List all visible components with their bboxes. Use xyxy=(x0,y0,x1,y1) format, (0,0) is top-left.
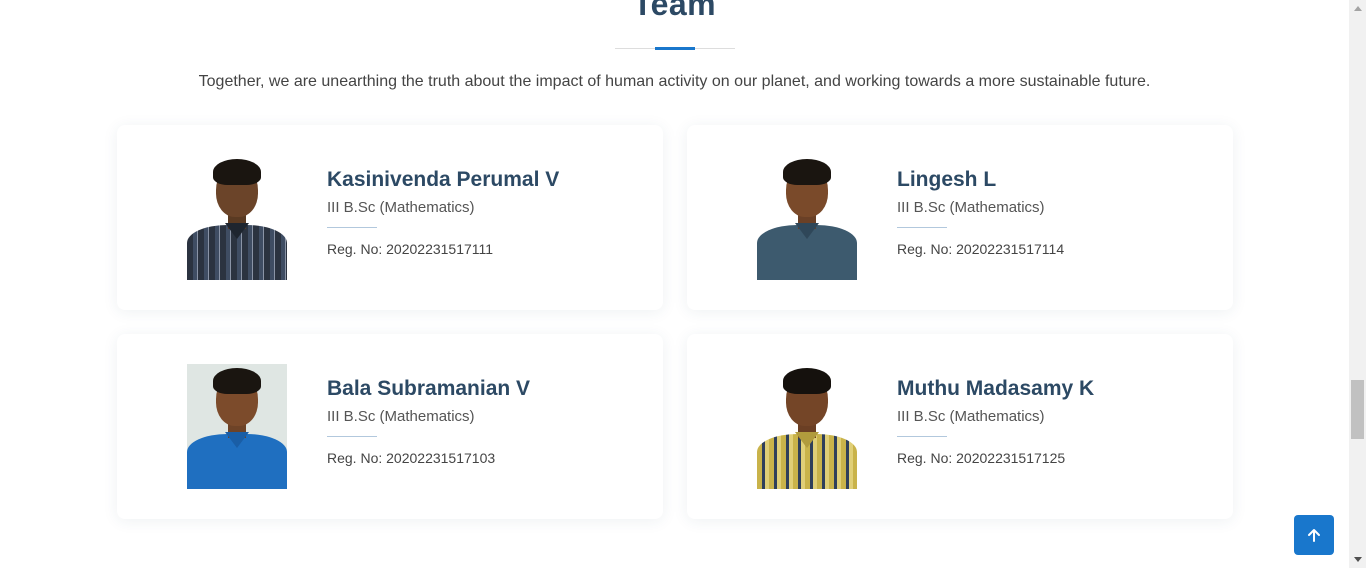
member-divider xyxy=(897,436,947,437)
member-name: Muthu Madasamy K xyxy=(897,377,1095,400)
member-divider xyxy=(327,227,377,228)
section-title: Team xyxy=(632,0,717,22)
member-photo xyxy=(757,364,857,489)
member-course: III B.Sc (Mathematics) xyxy=(897,408,1045,425)
member-info: Lingesh L III B.Sc (Mathematics) Reg. No… xyxy=(897,168,1064,257)
member-reg-number: Reg. No: 20202231517125 xyxy=(897,450,1066,466)
member-info: Kasinivenda Perumal V III B.Sc (Mathemat… xyxy=(327,168,559,257)
member-course: III B.Sc (Mathematics) xyxy=(327,199,475,216)
member-course: III B.Sc (Mathematics) xyxy=(897,199,1045,216)
scrollbar-thumb[interactable] xyxy=(1351,380,1364,439)
member-reg-number: Reg. No: 20202231517103 xyxy=(327,450,496,466)
member-card: Bala Subramanian V III B.Sc (Mathematics… xyxy=(117,334,663,519)
member-info: Muthu Madasamy K III B.Sc (Mathematics) … xyxy=(897,377,1094,466)
member-name: Bala Subramanian V xyxy=(327,377,531,400)
back-to-top-button[interactable] xyxy=(1294,515,1334,555)
member-course: III B.Sc (Mathematics) xyxy=(327,408,475,425)
arrow-up-icon xyxy=(1308,529,1320,542)
title-accent-bar xyxy=(655,47,695,50)
member-photo xyxy=(757,155,857,280)
member-reg-number: Reg. No: 20202231517111 xyxy=(327,241,494,257)
member-card: Muthu Madasamy K III B.Sc (Mathematics) … xyxy=(687,334,1233,519)
member-reg-number: Reg. No: 20202231517114 xyxy=(897,241,1065,257)
member-info: Bala Subramanian V III B.Sc (Mathematics… xyxy=(327,377,530,466)
member-photo xyxy=(187,155,287,280)
scroll-down-arrow-icon[interactable] xyxy=(1349,551,1366,568)
member-divider xyxy=(327,436,377,437)
member-photo xyxy=(187,364,287,489)
team-section: Team Together, we are unearthing the tru… xyxy=(0,0,1349,568)
scroll-up-arrow-icon[interactable] xyxy=(1349,0,1366,17)
member-divider xyxy=(897,227,947,228)
vertical-scrollbar[interactable] xyxy=(1349,0,1366,568)
member-card: Kasinivenda Perumal V III B.Sc (Mathemat… xyxy=(117,125,663,310)
section-intro: Together, we are unearthing the truth ab… xyxy=(198,73,1151,90)
member-name: Lingesh L xyxy=(897,168,997,191)
member-name: Kasinivenda Perumal V xyxy=(327,168,560,191)
member-card: Lingesh L III B.Sc (Mathematics) Reg. No… xyxy=(687,125,1233,310)
